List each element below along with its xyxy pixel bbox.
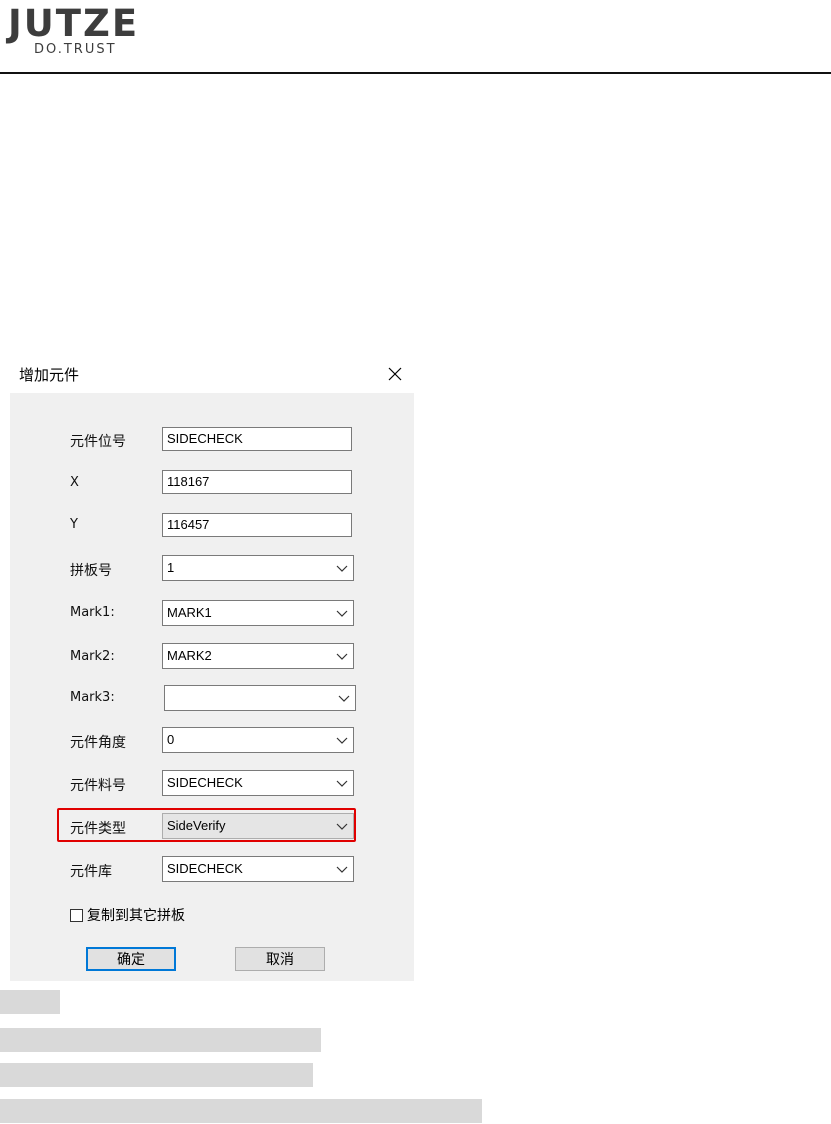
copy-to-panels-checkbox[interactable] <box>70 908 83 922</box>
close-button[interactable] <box>382 361 408 387</box>
chevron-down-icon <box>336 610 348 617</box>
dialog-titlebar: 增加元件 <box>10 355 414 393</box>
ok-button[interactable]: 确定 <box>86 947 176 971</box>
chevron-down-icon <box>336 866 348 873</box>
ref-designator-label: 元件位号 <box>70 434 126 450</box>
y-input[interactable]: 116457 <box>162 513 352 537</box>
header-divider <box>0 72 831 74</box>
mark3-select[interactable] <box>164 685 356 711</box>
x-label: X <box>70 475 79 490</box>
mark1-label: Mark1: <box>70 605 115 620</box>
angle-select[interactable]: 0 <box>162 727 354 753</box>
close-icon <box>388 367 402 381</box>
add-component-dialog: 增加元件 元件位号 SIDECHECK X 118167 Y 116457 拼板… <box>10 355 414 981</box>
library-label: 元件库 <box>70 864 112 880</box>
angle-label: 元件角度 <box>70 735 126 751</box>
copy-to-panels-label: 复制到其它拼板 <box>87 908 185 924</box>
redacted-bar <box>0 990 60 1014</box>
mark2-value: MARK2 <box>167 648 212 663</box>
mark2-select[interactable]: MARK2 <box>162 643 354 669</box>
chevron-down-icon <box>338 695 350 702</box>
chevron-down-icon <box>336 780 348 787</box>
chevron-down-icon <box>336 823 348 830</box>
logo-wordmark: JUTZE <box>8 2 140 45</box>
x-input[interactable]: 118167 <box>162 470 352 494</box>
logo-tagline: DO.TRUST <box>34 42 117 57</box>
cancel-button[interactable]: 取消 <box>235 947 325 971</box>
ref-designator-input[interactable]: SIDECHECK <box>162 427 352 451</box>
chevron-down-icon <box>336 565 348 572</box>
library-select[interactable]: SIDECHECK <box>162 856 354 882</box>
library-value: SIDECHECK <box>167 861 243 876</box>
chevron-down-icon <box>336 653 348 660</box>
redacted-bar <box>0 1099 482 1123</box>
jutze-logo: JUTZE DO.TRUST <box>8 2 148 64</box>
y-label: Y <box>70 517 78 532</box>
panel-number-label: 拼板号 <box>70 563 112 579</box>
mark1-value: MARK1 <box>167 605 212 620</box>
chevron-down-icon <box>336 737 348 744</box>
angle-value: 0 <box>167 732 175 747</box>
part-number-value: SIDECHECK <box>167 775 243 790</box>
panel-number-select[interactable]: 1 <box>162 555 354 581</box>
part-number-label: 元件料号 <box>70 778 126 794</box>
dialog-title: 增加元件 <box>19 366 80 384</box>
part-number-select[interactable]: SIDECHECK <box>162 770 354 796</box>
component-type-label: 元件类型 <box>70 821 126 837</box>
mark3-label: Mark3: <box>70 690 115 705</box>
redacted-bar <box>0 1063 313 1087</box>
redacted-bar <box>0 1028 321 1052</box>
mark2-label: Mark2: <box>70 649 115 664</box>
mark1-select[interactable]: MARK1 <box>162 600 354 626</box>
copy-to-panels-row[interactable]: 复制到其它拼板 <box>70 906 185 924</box>
panel-number-value: 1 <box>167 560 175 575</box>
component-type-select[interactable]: SideVerify <box>162 813 354 839</box>
component-type-value: SideVerify <box>167 818 226 833</box>
